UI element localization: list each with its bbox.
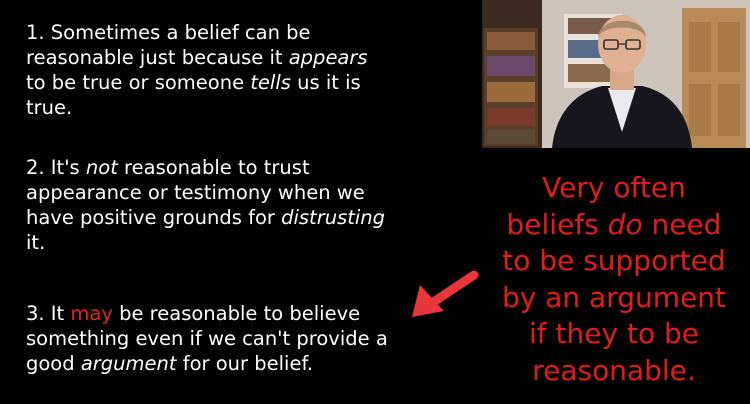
p1-line-3: to be true or someone tells us it is (26, 71, 361, 94)
callout-line-5: if they to be (529, 317, 699, 350)
p1-line-1: 1. Sometimes a belief can be (26, 21, 311, 44)
p2-line-3: have positive grounds for distrusting (26, 206, 386, 229)
emphasized-word: distrusting (281, 206, 386, 229)
emphasized-word: argument (80, 352, 177, 375)
point-3: 3. It may be reasonable to believe someth… (26, 301, 456, 376)
emphasized-word: do (607, 207, 643, 241)
callout-line-3: to be supported (502, 244, 726, 277)
point-1: 1. Sometimes a belief can be reasonable j… (26, 20, 456, 120)
callout-line-1: Very often (542, 171, 686, 204)
p1-line-2: reasonable just because it appears (26, 46, 368, 69)
highlighted-word: may (70, 302, 113, 325)
emphasized-word: appears (288, 46, 368, 69)
presenter-video-icon (482, 0, 750, 148)
p2-line-4: it. (26, 231, 46, 254)
p3-line-1: 3. It may be reasonable to believe (26, 302, 361, 325)
emphasized-word: not (85, 156, 118, 179)
callout-line-4: by an argument (502, 280, 726, 314)
callout-text: Very often beliefs do need to be supported… (478, 170, 750, 389)
arrow-pointing-left-down-icon (412, 270, 479, 317)
p1-line-4: true. (26, 96, 73, 119)
p3-line-2: something even if we can't provide a (26, 327, 388, 350)
p3-line-3: good argument for our belief. (26, 352, 314, 375)
point-2: 2. It's not reasonable to trust appearanc… (26, 155, 456, 255)
callout-line-2: beliefs do need (506, 207, 722, 241)
p2-line-2: appearance or testimony when we (26, 181, 365, 204)
p2-line-1: 2. It's not reasonable to trust (26, 156, 310, 179)
presenter-video (482, 0, 750, 148)
callout-line-6: reasonable. (532, 353, 696, 387)
emphasized-word: tells (250, 71, 291, 94)
